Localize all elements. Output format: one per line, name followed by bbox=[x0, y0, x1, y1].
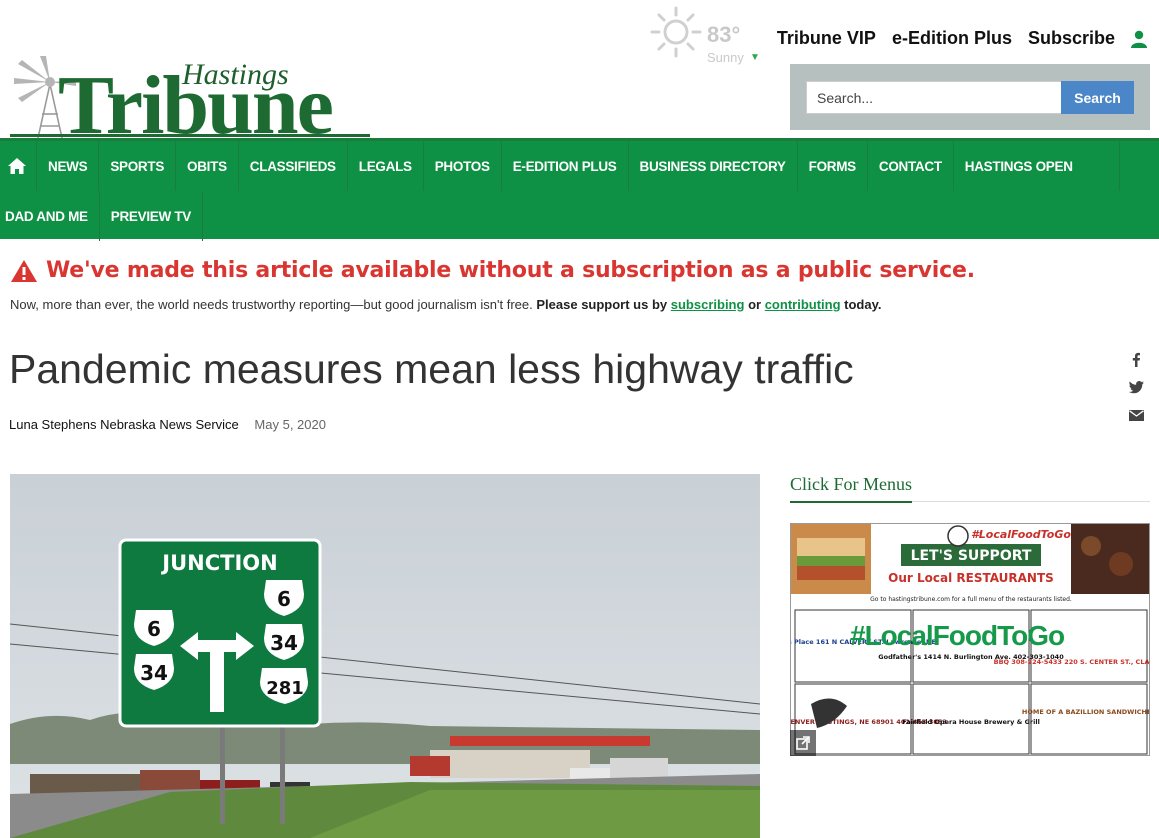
facebook-icon[interactable] bbox=[1126, 352, 1146, 381]
subscribe-link[interactable]: Subscribe bbox=[1028, 28, 1115, 49]
article-author[interactable]: Luna Stephens Nebraska News Service bbox=[9, 417, 239, 432]
email-icon[interactable] bbox=[1126, 410, 1146, 439]
nav-dad-and-me[interactable]: DAD AND ME bbox=[0, 191, 100, 241]
main-navigation: NEWS SPORTS OBITS CLASSIFIEDS LEGALS PHO… bbox=[0, 138, 1159, 241]
nav-row-2: DAD AND ME PREVIEW TV bbox=[0, 191, 204, 241]
nav-news[interactable]: NEWS bbox=[37, 141, 100, 191]
search-input[interactable] bbox=[806, 81, 1062, 114]
notice-support: Please support us by bbox=[536, 297, 668, 312]
twitter-icon[interactable] bbox=[1126, 381, 1146, 410]
logo-underline bbox=[10, 134, 370, 137]
sign-route-34-right: 34 bbox=[270, 631, 298, 655]
sign-route-6-right: 6 bbox=[277, 587, 291, 611]
ad-hashtag: #LocalFoodToGo bbox=[971, 528, 1071, 541]
nav-forms[interactable]: FORMS bbox=[798, 141, 868, 191]
home-icon[interactable] bbox=[0, 141, 37, 191]
ad-overlay-text: #LocalFoodToGo bbox=[850, 620, 1065, 651]
notice-body: Now, more than ever, the world needs tru… bbox=[10, 297, 533, 312]
sign-route-6-left: 6 bbox=[147, 617, 161, 641]
article-headline: Pandemic measures mean less highway traf… bbox=[9, 346, 854, 392]
sun-icon bbox=[650, 6, 702, 58]
article-byline: Luna Stephens Nebraska News Service May … bbox=[9, 417, 326, 432]
search-button[interactable]: Search bbox=[1061, 81, 1134, 114]
expand-icon[interactable] bbox=[790, 730, 816, 756]
ad-item-4: Fairfield Opera House Brewery & Grill bbox=[902, 718, 1040, 726]
ad-instructions: Go to hastingstribune.com for a full men… bbox=[870, 596, 1072, 603]
nav-eedition-plus[interactable]: E-EDITION PLUS bbox=[502, 141, 629, 191]
junction-sign-photo: JUNCTION 6 34 6 34 281 bbox=[10, 474, 760, 838]
chevron-down-icon[interactable]: ▼ bbox=[750, 52, 760, 63]
article-photo[interactable]: JUNCTION 6 34 6 34 281 bbox=[10, 474, 760, 838]
sign-junction-text: JUNCTION bbox=[160, 551, 277, 575]
nav-hastings-open[interactable]: HASTINGS OPEN bbox=[954, 141, 1120, 191]
weather-widget[interactable]: 83° Sunny ▼ bbox=[650, 6, 770, 66]
sign-route-34-left: 34 bbox=[140, 661, 168, 685]
search-panel: Search bbox=[790, 64, 1150, 130]
weather-temperature: 83° bbox=[707, 22, 741, 47]
nav-classifieds[interactable]: CLASSIFIEDS bbox=[239, 141, 348, 191]
article-date: May 5, 2020 bbox=[254, 417, 326, 432]
public-service-notice: We've made this article available withou… bbox=[10, 258, 1150, 312]
subscribing-link[interactable]: subscribing bbox=[671, 297, 745, 312]
notice-alert: We've made this article available withou… bbox=[10, 258, 1150, 283]
notice-or: or bbox=[748, 297, 762, 312]
user-icon[interactable] bbox=[1131, 30, 1147, 48]
weather-condition: Sunny bbox=[707, 50, 744, 65]
sign-route-281-right: 281 bbox=[266, 678, 304, 699]
share-tools bbox=[1126, 352, 1146, 439]
ad-subheadline: Our Local RESTAURANTS bbox=[888, 571, 1054, 585]
top-account-nav: Tribune VIP e-Edition Plus Subscribe bbox=[777, 28, 1147, 49]
sidebar-title[interactable]: Click For Menus bbox=[790, 474, 913, 503]
nav-sports[interactable]: SPORTS bbox=[99, 141, 177, 191]
tribune-vip-link[interactable]: Tribune VIP bbox=[777, 28, 876, 49]
warning-icon bbox=[11, 259, 37, 282]
nav-obits[interactable]: OBITS bbox=[176, 141, 239, 191]
notice-alert-text: We've made this article available withou… bbox=[46, 258, 975, 283]
contributing-link[interactable]: contributing bbox=[765, 297, 841, 312]
nav-contact[interactable]: CONTACT bbox=[868, 141, 954, 191]
nav-photos[interactable]: PHOTOS bbox=[424, 141, 502, 191]
ad-item-2: BBQ 308-224-5433 220 S. CENTER ST., CLAY… bbox=[994, 658, 1150, 666]
ad-headline: LET'S SUPPORT bbox=[911, 548, 1032, 564]
notice-end: today. bbox=[844, 297, 882, 312]
nav-preview-tv[interactable]: PREVIEW TV bbox=[100, 191, 204, 241]
site-logo[interactable]: Tribune Hastings bbox=[10, 50, 370, 148]
ad-item-5: HOME OF A BAZILLION SANDWICHES bbox=[1022, 708, 1150, 716]
eedition-plus-link[interactable]: e-Edition Plus bbox=[892, 28, 1012, 49]
logo-hastings-text: Hastings bbox=[182, 58, 289, 91]
nav-business-directory[interactable]: BUSINESS DIRECTORY bbox=[629, 141, 798, 191]
nav-legals[interactable]: LEGALS bbox=[348, 141, 424, 191]
nav-row-1: NEWS SPORTS OBITS CLASSIFIEDS LEGALS PHO… bbox=[0, 141, 1120, 191]
notice-subtext: Now, more than ever, the world needs tru… bbox=[10, 297, 1150, 312]
